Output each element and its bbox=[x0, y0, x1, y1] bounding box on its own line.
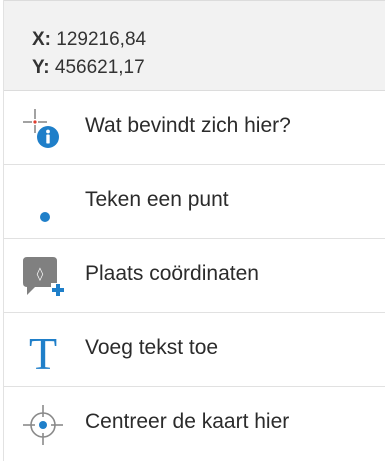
svg-text:◊: ◊ bbox=[37, 267, 44, 282]
info-crosshair-icon bbox=[19, 105, 67, 153]
x-coordinate: X: 129216,84 bbox=[32, 26, 385, 54]
coordinates-readout: X: 129216,84 Y: 456621,17 bbox=[4, 0, 385, 91]
svg-text:T: T bbox=[29, 328, 57, 375]
menu-item-place-coordinates[interactable]: ◊ Plaats coördinaten bbox=[4, 239, 385, 313]
menu-item-label: Wat bevindt zich hier? bbox=[85, 114, 291, 137]
menu-item-label: Voeg tekst toe bbox=[85, 336, 219, 359]
context-menu: X: 129216,84 Y: 456621,17 Wat bevindt zi… bbox=[3, 0, 385, 461]
menu-item-center-map[interactable]: Centreer de kaart hier bbox=[4, 387, 385, 461]
menu-item-label: Plaats coördinaten bbox=[85, 262, 259, 285]
y-coordinate-value: 456621,17 bbox=[54, 57, 145, 78]
point-icon bbox=[19, 179, 67, 227]
menu-item-label: Centreer de kaart hier bbox=[85, 410, 290, 433]
menu-item-add-text[interactable]: T Voeg tekst toe bbox=[4, 313, 385, 387]
x-coordinate-value: 129216,84 bbox=[56, 29, 147, 50]
menu-item-what-is-here[interactable]: Wat bevindt zich hier? bbox=[4, 91, 385, 165]
y-coordinate-label: Y: bbox=[32, 57, 50, 78]
center-map-icon bbox=[19, 401, 67, 449]
y-coordinate: Y: 456621,17 bbox=[32, 54, 385, 82]
place-coordinates-icon: ◊ bbox=[19, 253, 67, 301]
x-coordinate-label: X: bbox=[32, 29, 51, 50]
menu-item-label: Teken een punt bbox=[85, 188, 229, 211]
menu-item-draw-point[interactable]: Teken een punt bbox=[4, 165, 385, 239]
text-icon: T bbox=[19, 327, 67, 375]
